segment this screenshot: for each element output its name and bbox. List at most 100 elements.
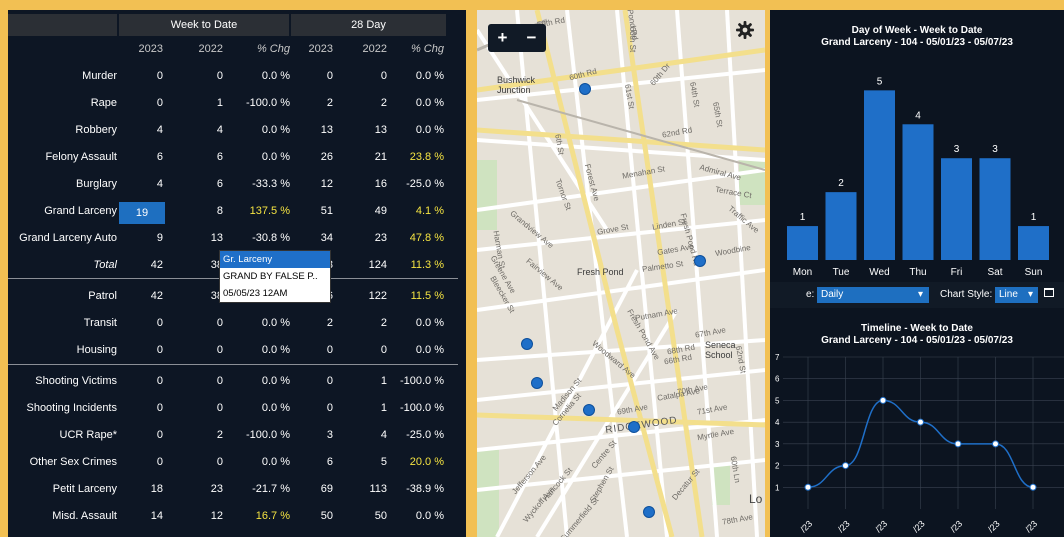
table-cell[interactable]: 23	[343, 225, 387, 252]
table-cell[interactable]: 11.3 %	[388, 252, 444, 279]
table-cell[interactable]: 50	[291, 503, 333, 530]
table-cell[interactable]: 6	[123, 144, 163, 171]
table-cell[interactable]: 0.0 %	[230, 144, 290, 171]
timeline-point[interactable]	[917, 418, 924, 426]
table-cell[interactable]: 34	[291, 225, 333, 252]
timeline-point[interactable]	[842, 462, 849, 470]
table-cell[interactable]: 0.0 %	[388, 337, 444, 364]
table-cell[interactable]: 6	[178, 171, 223, 198]
table-cell[interactable]: 0	[291, 368, 333, 395]
crime-map[interactable]: Bushwick Junction Fresh Pond RIDGEWOOD Sene…	[477, 10, 765, 537]
table-cell[interactable]: 13	[178, 225, 223, 252]
table-cell[interactable]: 0	[178, 395, 223, 422]
chart-style-select[interactable]: Line ▾	[995, 287, 1038, 303]
table-cell[interactable]: 0.0 %	[230, 395, 290, 422]
table-cell[interactable]: 4	[123, 117, 163, 144]
table-cell[interactable]: 0	[178, 63, 223, 90]
table-cell[interactable]: -21.7 %	[230, 476, 290, 503]
bar-fri[interactable]	[941, 158, 972, 260]
table-cell[interactable]: 0	[123, 422, 163, 449]
table-cell[interactable]: 12	[178, 503, 223, 530]
table-cell[interactable]: 2	[291, 310, 333, 337]
table-cell[interactable]: 21	[343, 144, 387, 171]
incident-marker[interactable]	[628, 421, 640, 433]
table-cell[interactable]: 124	[343, 252, 387, 279]
table-cell[interactable]: 5	[343, 449, 387, 476]
table-cell[interactable]: 49	[343, 198, 387, 225]
table-cell[interactable]: 2	[178, 422, 223, 449]
table-cell[interactable]: 47.8 %	[388, 225, 444, 252]
table-cell[interactable]: -100.0 %	[230, 90, 290, 117]
zoom-out-button[interactable]: −	[517, 24, 546, 52]
table-cell[interactable]: 0.0 %	[388, 63, 444, 90]
table-cell[interactable]: 2	[343, 310, 387, 337]
table-cell[interactable]: 0	[123, 395, 163, 422]
table-cell[interactable]: 12	[291, 171, 333, 198]
table-cell[interactable]: 0.0 %	[388, 117, 444, 144]
table-cell[interactable]: 1	[343, 368, 387, 395]
selected-table-cell[interactable]: 19	[119, 202, 165, 224]
table-cell[interactable]: 9	[123, 225, 163, 252]
incident-marker[interactable]	[579, 83, 591, 95]
table-cell[interactable]: -33.3 %	[230, 171, 290, 198]
table-cell[interactable]: 0.0 %	[230, 310, 290, 337]
incident-marker[interactable]	[521, 338, 533, 350]
timeline-point[interactable]	[954, 440, 962, 448]
table-cell[interactable]: 0	[123, 63, 163, 90]
table-cell[interactable]: 23	[178, 476, 223, 503]
gear-icon[interactable]	[735, 20, 755, 40]
table-cell[interactable]: 0.0 %	[388, 503, 444, 530]
table-cell[interactable]: 14	[123, 503, 163, 530]
table-cell[interactable]: 0	[123, 90, 163, 117]
table-cell[interactable]: 0	[178, 449, 223, 476]
table-cell[interactable]: 4	[343, 422, 387, 449]
bar-mon[interactable]	[787, 226, 818, 260]
table-cell[interactable]: 6	[291, 449, 333, 476]
table-cell[interactable]: 16.7 %	[230, 503, 290, 530]
table-cell[interactable]: 0.0 %	[388, 90, 444, 117]
table-cell[interactable]: 20.0 %	[388, 449, 444, 476]
timeline-point[interactable]	[804, 483, 812, 491]
table-cell[interactable]: 0	[123, 368, 163, 395]
incident-marker[interactable]	[531, 377, 543, 389]
table-cell[interactable]: 137.5 %	[230, 198, 290, 225]
table-cell[interactable]: 0.0 %	[388, 310, 444, 337]
table-cell[interactable]: 38	[178, 252, 223, 279]
table-cell[interactable]: 18	[123, 476, 163, 503]
table-cell[interactable]: 4.1 %	[388, 198, 444, 225]
table-cell[interactable]: 2	[291, 90, 333, 117]
table-cell[interactable]: 0	[291, 395, 333, 422]
table-cell[interactable]: 11.5 %	[388, 283, 444, 310]
table-cell[interactable]: 0	[178, 337, 223, 364]
table-cell[interactable]: 0	[123, 449, 163, 476]
table-cell[interactable]: 1	[178, 90, 223, 117]
table-cell[interactable]: 42	[123, 283, 163, 310]
timeline-point[interactable]	[879, 396, 887, 404]
table-cell[interactable]: 0.0 %	[230, 449, 290, 476]
table-cell[interactable]: 0	[123, 337, 163, 364]
table-cell[interactable]: 0.0 %	[230, 63, 290, 90]
table-cell[interactable]: 13	[343, 117, 387, 144]
bar-sun[interactable]	[1018, 226, 1049, 260]
table-cell[interactable]: 4	[123, 171, 163, 198]
table-cell[interactable]: -25.0 %	[388, 171, 444, 198]
bar-tue[interactable]	[825, 192, 857, 260]
incident-marker[interactable]	[583, 404, 595, 416]
incident-marker-selected[interactable]	[694, 255, 706, 267]
bar-wed[interactable]	[864, 90, 895, 260]
table-cell[interactable]: 50	[343, 503, 387, 530]
table-cell[interactable]: -30.8 %	[230, 225, 290, 252]
table-cell[interactable]: -100.0 %	[388, 368, 444, 395]
table-cell[interactable]: 0.0 %	[230, 368, 290, 395]
table-cell[interactable]: 38	[178, 283, 223, 310]
table-cell[interactable]: 0	[343, 337, 387, 364]
table-cell[interactable]: 0	[343, 63, 387, 90]
table-cell[interactable]: 23.8 %	[388, 144, 444, 171]
table-cell[interactable]: 0	[178, 310, 223, 337]
table-cell[interactable]: -100.0 %	[230, 422, 290, 449]
table-cell[interactable]: 0	[123, 310, 163, 337]
zoom-in-button[interactable]: +	[488, 24, 517, 52]
minimize-icon[interactable]	[1044, 288, 1054, 297]
table-cell[interactable]: 122	[343, 283, 387, 310]
timeline-point[interactable]	[992, 440, 999, 448]
